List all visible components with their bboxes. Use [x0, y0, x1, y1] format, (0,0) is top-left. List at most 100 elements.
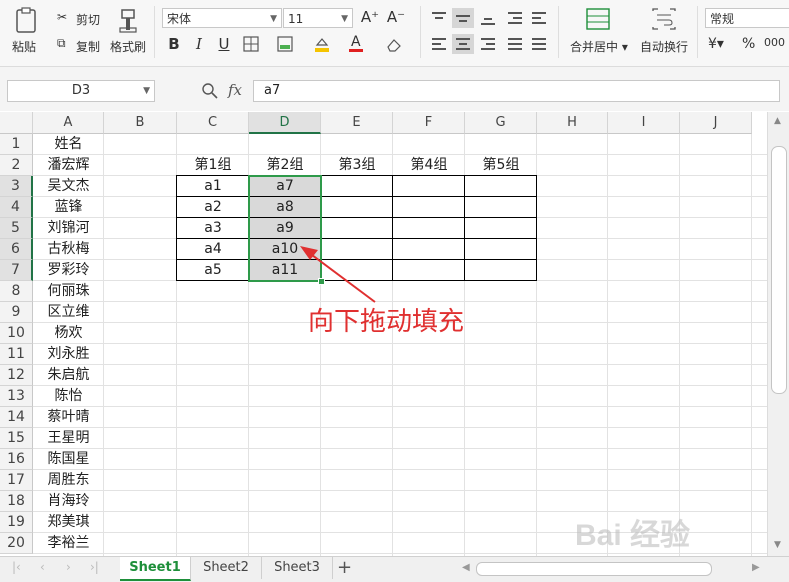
justify-icon[interactable]: [506, 36, 524, 52]
font-name-select[interactable]: 宋体 ▼: [162, 8, 282, 28]
row-header-6[interactable]: 6: [0, 239, 33, 260]
row-header-9[interactable]: 9: [0, 302, 33, 323]
cell-style-icon[interactable]: [277, 36, 293, 52]
row-header-16[interactable]: 16: [0, 449, 33, 470]
cell-a12[interactable]: 朱启航: [33, 365, 104, 386]
row-header-17[interactable]: 17: [0, 470, 33, 491]
copy-button[interactable]: 复制: [76, 38, 100, 55]
add-sheet-button[interactable]: +: [337, 557, 352, 578]
column-header-g[interactable]: G: [465, 112, 537, 134]
group-header-2[interactable]: 第2组: [249, 155, 321, 176]
row-header-18[interactable]: 18: [0, 491, 33, 512]
copy-icon[interactable]: ⧉: [57, 36, 66, 51]
borders-icon[interactable]: [243, 36, 259, 52]
align-bottom-icon[interactable]: [479, 10, 497, 26]
cell-a18[interactable]: 肖海玲: [33, 491, 104, 512]
fill-color-icon[interactable]: [313, 35, 331, 53]
align-right-icon[interactable]: [479, 36, 497, 52]
align-center-icon[interactable]: [452, 34, 474, 54]
wrap-text-button[interactable]: 自动换行: [640, 38, 688, 55]
row-header-4[interactable]: 4: [0, 197, 33, 218]
indent-decrease-icon[interactable]: [506, 10, 524, 26]
thousands-button[interactable]: 000: [764, 36, 785, 49]
group-header-1[interactable]: 第1组: [177, 155, 249, 176]
row-header-7[interactable]: 7: [0, 260, 33, 281]
cell-a5[interactable]: 刘锦河: [33, 218, 104, 239]
cell-a2[interactable]: 潘宏辉: [33, 155, 104, 176]
column-header-b[interactable]: B: [104, 112, 177, 134]
cell-c5[interactable]: a3: [177, 218, 249, 239]
cell-a16[interactable]: 陈国星: [33, 449, 104, 470]
italic-button[interactable]: I: [190, 35, 208, 53]
percent-button[interactable]: %: [742, 36, 755, 52]
formula-input[interactable]: a7: [253, 80, 780, 102]
column-header-j[interactable]: J: [680, 112, 752, 134]
number-format-select[interactable]: 常规: [705, 8, 789, 28]
cell-a3[interactable]: 吴文杰: [33, 176, 104, 197]
column-header-h[interactable]: H: [537, 112, 608, 134]
row-header-2[interactable]: 2: [0, 155, 33, 176]
paste-button[interactable]: 粘贴: [12, 38, 36, 55]
font-size-select[interactable]: 11 ▼: [283, 8, 353, 28]
paste-icon[interactable]: [14, 6, 38, 34]
bold-button[interactable]: B: [165, 35, 183, 53]
eraser-icon[interactable]: [386, 37, 402, 52]
row-header-8[interactable]: 8: [0, 281, 33, 302]
align-left-icon[interactable]: [430, 36, 448, 52]
cell-a19[interactable]: 郑美琪: [33, 512, 104, 533]
wrap-text-icon[interactable]: [652, 8, 676, 30]
underline-button[interactable]: U: [215, 35, 233, 53]
row-header-15[interactable]: 15: [0, 428, 33, 449]
prev-sheet-icon[interactable]: ‹: [40, 560, 45, 574]
row-header-20[interactable]: 20: [0, 533, 33, 554]
cell-a7[interactable]: 罗彩玲: [33, 260, 104, 281]
row-header-13[interactable]: 13: [0, 386, 33, 407]
format-painter-icon[interactable]: [118, 8, 138, 34]
row-header-11[interactable]: 11: [0, 344, 33, 365]
group-header-5[interactable]: 第5组: [465, 155, 537, 176]
row-header-5[interactable]: 5: [0, 218, 33, 239]
cell-a17[interactable]: 周胜东: [33, 470, 104, 491]
cut-icon[interactable]: ✂: [57, 10, 67, 24]
column-header-c[interactable]: C: [177, 112, 249, 134]
row-header-19[interactable]: 19: [0, 512, 33, 533]
cell-a13[interactable]: 陈怡: [33, 386, 104, 407]
last-sheet-icon[interactable]: ›|: [90, 560, 99, 574]
sheet-tab-3[interactable]: Sheet3: [262, 557, 333, 579]
cell-a15[interactable]: 王星明: [33, 428, 104, 449]
cell-c4[interactable]: a2: [177, 197, 249, 218]
cell-a8[interactable]: 何丽珠: [33, 281, 104, 302]
cell-c7[interactable]: a5: [177, 260, 249, 281]
indent-increase-icon[interactable]: [530, 10, 548, 26]
group-header-3[interactable]: 第3组: [321, 155, 393, 176]
column-header-f[interactable]: F: [393, 112, 465, 134]
vertical-scrollbar[interactable]: ▲ ▼: [767, 112, 789, 556]
row-header-3[interactable]: 3: [0, 176, 33, 197]
cell-a10[interactable]: 杨欢: [33, 323, 104, 344]
column-header-i[interactable]: I: [608, 112, 680, 134]
row-header-12[interactable]: 12: [0, 365, 33, 386]
first-sheet-icon[interactable]: |‹: [12, 560, 21, 574]
scroll-down-icon[interactable]: ▼: [774, 540, 781, 550]
name-box[interactable]: D3 ▼: [7, 80, 155, 102]
sheet-tab-1[interactable]: Sheet1: [120, 557, 191, 581]
column-header-a[interactable]: A: [33, 112, 104, 134]
cell-a11[interactable]: 刘永胜: [33, 344, 104, 365]
distribute-icon[interactable]: [530, 36, 548, 52]
currency-icon[interactable]: ¥▾: [708, 36, 724, 52]
sheet-tab-2[interactable]: Sheet2: [191, 557, 262, 579]
cell-a9[interactable]: 区立维: [33, 302, 104, 323]
scroll-right-icon[interactable]: ▶: [752, 562, 760, 573]
zoom-search-icon[interactable]: [201, 82, 219, 100]
row-header-14[interactable]: 14: [0, 407, 33, 428]
align-top-icon[interactable]: [430, 10, 448, 26]
cut-button[interactable]: 剪切: [76, 11, 100, 28]
horizontal-scroll-thumb[interactable]: [476, 562, 712, 576]
cell-a14[interactable]: 蔡叶晴: [33, 407, 104, 428]
scroll-thumb[interactable]: [771, 146, 787, 394]
function-icon[interactable]: fx: [228, 81, 242, 99]
increase-font-button[interactable]: A⁺: [359, 8, 381, 26]
next-sheet-icon[interactable]: ›: [66, 560, 71, 574]
cell-a4[interactable]: 蓝锋: [33, 197, 104, 218]
decrease-font-button[interactable]: A⁻: [385, 8, 407, 26]
